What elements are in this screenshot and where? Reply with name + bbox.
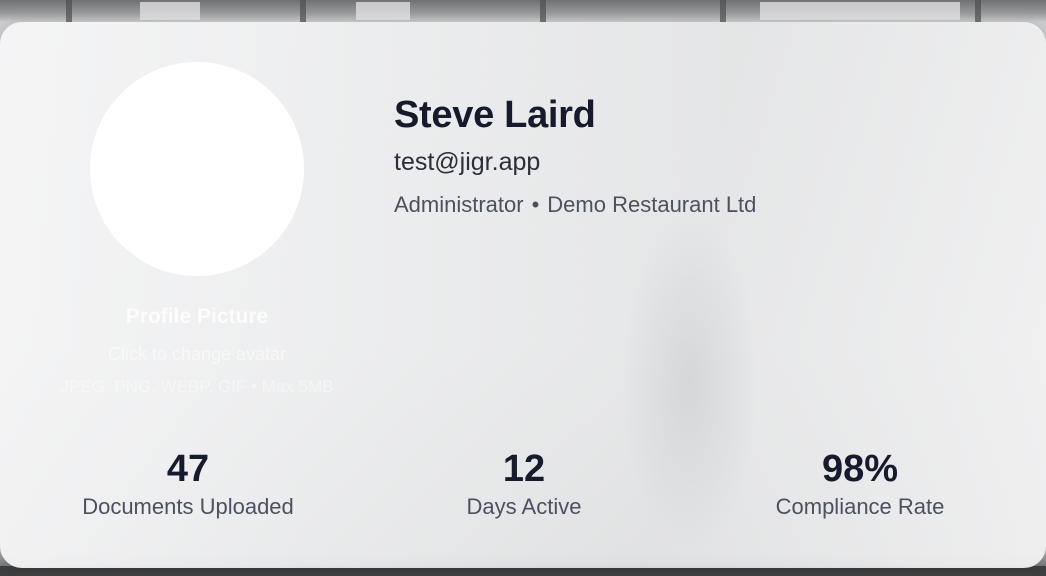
- avatar-upload[interactable]: [90, 62, 304, 276]
- stat-compliance-rate: 98% Compliance Rate: [690, 446, 1030, 520]
- avatar-change-hint[interactable]: Click to change avatar: [0, 344, 394, 365]
- profile-email: test@jigr.app: [394, 148, 541, 176]
- stat-label: Compliance Rate: [775, 494, 945, 519]
- profile-organization: Demo Restaurant Ltd: [547, 192, 757, 217]
- background-detail: [720, 0, 726, 22]
- avatar-format-info: JPEG, PNG, WEBP, GIF • Max 5MB: [60, 377, 334, 396]
- background-detail: [760, 2, 960, 20]
- background-detail: [140, 2, 200, 20]
- profile-name: Steve Laird: [394, 94, 596, 136]
- profile-role: Administrator: [394, 192, 524, 217]
- background-detail: [66, 0, 72, 22]
- avatar-title: Profile Picture: [125, 305, 269, 328]
- profile-card: Profile Picture Click to change avatar J…: [0, 22, 1046, 568]
- stat-value: 98%: [821, 448, 899, 490]
- background-detail: [356, 2, 410, 20]
- stat-value: 12: [502, 448, 546, 490]
- separator-dot: •: [531, 192, 540, 217]
- background-detail: [300, 0, 306, 22]
- stat-label: Documents Uploaded: [82, 494, 294, 519]
- profile-role-line: Administrator • Demo Restaurant Ltd: [394, 192, 756, 218]
- background-detail: [540, 0, 546, 22]
- stat-label: Days Active: [466, 494, 582, 519]
- stat-days-active: 12 Days Active: [354, 446, 694, 520]
- stat-documents-uploaded: 47 Documents Uploaded: [18, 446, 358, 520]
- background-detail: [975, 0, 981, 22]
- stat-value: 47: [166, 448, 210, 490]
